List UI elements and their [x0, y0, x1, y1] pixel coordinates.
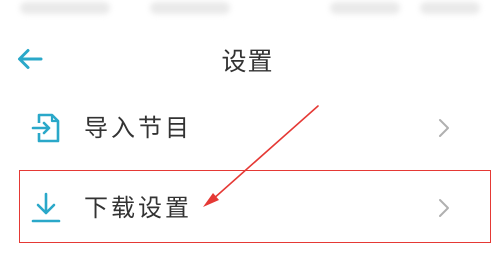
back-button[interactable]	[12, 42, 48, 76]
arrow-left-icon	[18, 49, 43, 69]
status-bar	[0, 0, 495, 22]
settings-item-import-program[interactable]: 导入节目	[0, 95, 495, 161]
chevron-right-icon	[439, 119, 449, 137]
header-bar: 设置	[0, 28, 495, 90]
status-bar-blur	[20, 2, 110, 14]
settings-item-label: 导入节目	[84, 114, 192, 142]
settings-screen: 设置 导入节目 下载设置	[0, 0, 495, 257]
status-bar-blur	[150, 2, 230, 14]
import-file-icon	[31, 113, 60, 143]
page-title: 设置	[221, 47, 274, 76]
status-bar-blur	[330, 2, 400, 14]
status-bar-blur	[420, 2, 480, 14]
annotation-highlight-box	[19, 170, 491, 243]
